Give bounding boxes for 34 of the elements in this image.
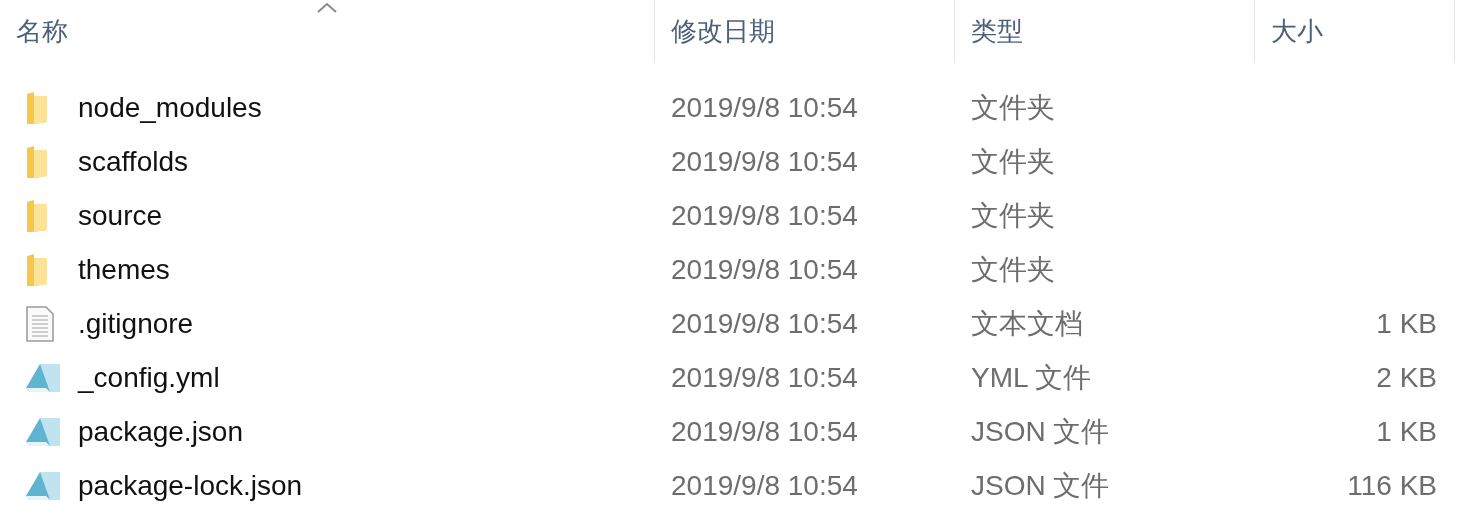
document-icon (24, 306, 56, 342)
modified-date: 2019/9/8 10:54 (671, 200, 858, 231)
file-type: JSON 文件 (971, 416, 1110, 447)
file-name[interactable]: scaffolds (78, 141, 188, 183)
file-name[interactable]: .gitignore (78, 303, 194, 345)
modified-date: 2019/9/8 10:54 (671, 146, 858, 177)
file-type: 文件夹 (971, 92, 1055, 123)
file-name[interactable]: package-lock.json (78, 465, 303, 507)
modified-date: 2019/9/8 10:54 (671, 254, 858, 285)
modified-date: 2019/9/8 10:54 (671, 92, 858, 123)
file-name[interactable]: _config.yml (78, 357, 220, 399)
file-size: 116 KB (1347, 469, 1437, 503)
file-type: YML 文件 (971, 362, 1092, 393)
file-type: 文件夹 (971, 200, 1055, 231)
file-name[interactable]: node_modules (78, 87, 262, 129)
file-name[interactable]: package.json (78, 411, 243, 453)
file-name[interactable]: source (78, 195, 163, 237)
file-size: 1 KB (1376, 415, 1437, 449)
file-name[interactable]: themes (78, 249, 170, 291)
file-type: 文件夹 (971, 254, 1055, 285)
file-size: 2 KB (1376, 361, 1437, 395)
file-size: 1 KB (1376, 307, 1437, 341)
sort-up-icon (316, 2, 338, 14)
folder-icon (24, 198, 50, 234)
modified-date: 2019/9/8 10:54 (671, 362, 858, 393)
folder-icon (24, 144, 50, 180)
file-type: JSON 文件 (971, 470, 1110, 501)
folder-icon (24, 252, 50, 288)
modified-date: 2019/9/8 10:54 (671, 416, 858, 447)
file-type: 文本文档 (971, 308, 1083, 339)
modified-date: 2019/9/8 10:54 (671, 470, 858, 501)
folder-icon (24, 90, 50, 126)
modified-date: 2019/9/8 10:54 (671, 308, 858, 339)
file-type: 文件夹 (971, 146, 1055, 177)
